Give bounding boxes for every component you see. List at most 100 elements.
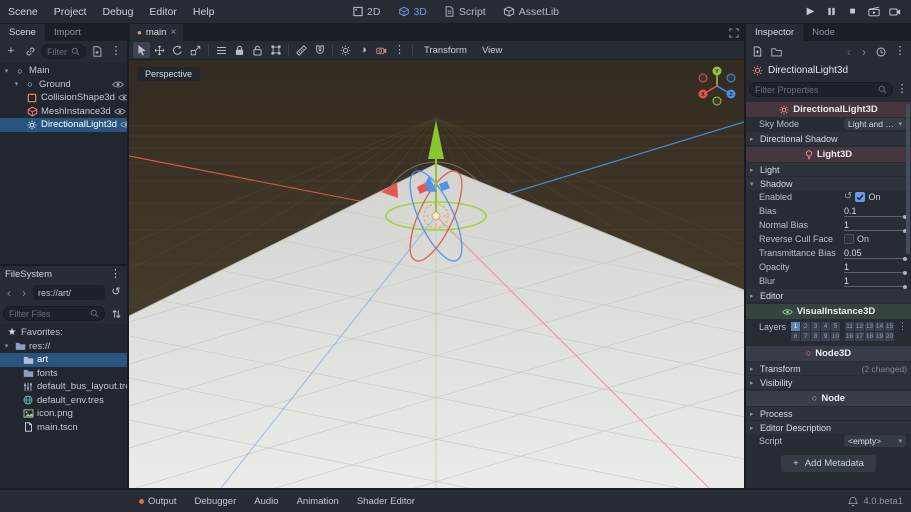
- lock-button[interactable]: [231, 42, 248, 58]
- scene-tab-main[interactable]: ● main ×: [130, 24, 183, 41]
- filter-files-search[interactable]: [3, 306, 105, 321]
- collapse-arrow-icon[interactable]: ▾: [2, 342, 11, 350]
- axis-neg-z-ball[interactable]: [727, 74, 735, 82]
- group-editor[interactable]: ▸Editor: [746, 289, 911, 302]
- sort-files-icon[interactable]: [108, 306, 124, 322]
- sky-mode-dropdown[interactable]: Light and Sky▾: [844, 118, 906, 130]
- group-transform[interactable]: ▸Transform(2 changed): [746, 362, 911, 375]
- output-tab[interactable]: Output: [130, 496, 186, 507]
- transmittance-bias-slider[interactable]: 0.05: [844, 247, 906, 259]
- camera-preview-button[interactable]: [373, 42, 390, 58]
- layer-cell[interactable]: 9: [821, 332, 830, 341]
- workspace-2d-button[interactable]: 2D: [343, 0, 389, 23]
- add-metadata-button[interactable]: + Add Metadata: [781, 455, 876, 472]
- transform-menu[interactable]: Transform: [417, 45, 474, 56]
- dock-options-icon[interactable]: ⋮: [109, 266, 122, 282]
- audio-tab[interactable]: Audio: [245, 496, 287, 507]
- movie-maker-button[interactable]: [886, 3, 903, 20]
- inspector-scrollbar[interactable]: [906, 104, 910, 254]
- filter-node-input[interactable]: [47, 47, 68, 57]
- layer-cell[interactable]: 14: [875, 322, 884, 331]
- file-item-icon-png[interactable]: icon.png: [0, 407, 127, 421]
- layer-cell[interactable]: 6: [791, 332, 800, 341]
- stop-button[interactable]: ■: [844, 3, 861, 20]
- layer-cell[interactable]: 1: [791, 322, 800, 331]
- opacity-slider[interactable]: 1: [844, 261, 906, 273]
- normal-bias-slider[interactable]: 1: [844, 219, 906, 231]
- version-info[interactable]: 4.0.beta1: [848, 496, 911, 507]
- view-menu[interactable]: View: [475, 45, 509, 56]
- file-item-bus-layout[interactable]: default_bus_layout.tres: [0, 380, 127, 394]
- folder-item-art[interactable]: art: [0, 353, 127, 367]
- visibility-eye-icon[interactable]: [112, 80, 124, 89]
- view-options-button[interactable]: ⋮: [391, 42, 408, 58]
- visibility-eye-icon[interactable]: [118, 93, 127, 102]
- menu-help[interactable]: Help: [185, 0, 223, 23]
- category-node[interactable]: ○ Node: [746, 391, 911, 406]
- history-back-button[interactable]: ‹: [843, 44, 855, 60]
- layer-cell[interactable]: 11: [845, 322, 854, 331]
- layer-cell[interactable]: 15: [885, 322, 894, 331]
- collapse-arrow-icon[interactable]: ▾: [2, 67, 11, 75]
- snap-button[interactable]: [311, 42, 328, 58]
- category-visual-instance3d[interactable]: VisualInstance3D: [746, 304, 911, 319]
- file-item-main-tscn[interactable]: main.tscn: [0, 421, 127, 435]
- favorites-item[interactable]: ★ Favorites:: [0, 326, 127, 340]
- tab-scene[interactable]: Scene: [0, 24, 45, 41]
- axis-neg-y-ball[interactable]: [713, 97, 721, 105]
- filter-properties-search[interactable]: [749, 82, 893, 97]
- group-shadow[interactable]: ▾Shadow: [746, 177, 911, 190]
- visibility-eye-icon[interactable]: [114, 107, 126, 116]
- distraction-free-icon[interactable]: [729, 28, 739, 38]
- layer-cell[interactable]: 18: [865, 332, 874, 341]
- history-list-button[interactable]: [873, 44, 889, 60]
- workspace-3d-button[interactable]: 3D: [389, 0, 435, 23]
- layers-options-icon[interactable]: ⋮: [898, 322, 907, 331]
- new-resource-button[interactable]: [749, 44, 765, 60]
- tree-node-main[interactable]: ▾ ○ Main: [0, 64, 127, 78]
- layer-cell[interactable]: 20: [885, 332, 894, 341]
- tab-node[interactable]: Node: [803, 24, 844, 41]
- scene-dock-options-button[interactable]: ⋮: [108, 44, 124, 60]
- preview-environment-button[interactable]: ◑: [355, 42, 372, 58]
- layer-cell[interactable]: 5: [831, 322, 840, 331]
- preview-sun-button[interactable]: [337, 42, 354, 58]
- layer-cell[interactable]: 13: [865, 322, 874, 331]
- scale-tool-button[interactable]: [187, 42, 204, 58]
- category-light3d[interactable]: Light3D: [746, 147, 911, 162]
- layer-cell[interactable]: 8: [811, 332, 820, 341]
- folder-item-fonts[interactable]: fonts: [0, 367, 127, 381]
- layer-cell[interactable]: 17: [855, 332, 864, 341]
- tree-node-ground[interactable]: ▾ ○ Ground: [0, 78, 127, 92]
- reverse-cull-checkbox[interactable]: [844, 234, 854, 244]
- close-tab-icon[interactable]: ×: [170, 27, 176, 38]
- layers-grid[interactable]: 1 2 3 4 5 11 12 13 14 15: [791, 322, 894, 341]
- attach-script-button[interactable]: [89, 44, 105, 60]
- inspector-extra-options-icon[interactable]: ⋮: [896, 82, 908, 98]
- layer-cell[interactable]: 10: [831, 332, 840, 341]
- rotate-tool-button[interactable]: [169, 42, 186, 58]
- pause-button[interactable]: [823, 3, 840, 20]
- tab-import[interactable]: Import: [45, 24, 90, 41]
- tree-node-collisionshape3d[interactable]: CollisionShape3d: [0, 91, 127, 105]
- ruler-button[interactable]: [293, 42, 310, 58]
- layer-cell[interactable]: 4: [821, 322, 830, 331]
- workspace-assetlib-button[interactable]: AssetLib: [495, 0, 568, 23]
- layer-cell[interactable]: 16: [845, 332, 854, 341]
- filter-node-search[interactable]: [41, 44, 86, 59]
- move-tool-button[interactable]: [151, 42, 168, 58]
- nav-forward-button[interactable]: ›: [18, 285, 30, 301]
- visibility-eye-icon[interactable]: [120, 120, 127, 129]
- enabled-checkbox[interactable]: [855, 192, 865, 202]
- instance-scene-button[interactable]: [22, 44, 38, 60]
- debugger-tab[interactable]: Debugger: [186, 496, 246, 507]
- notification-bell-icon[interactable]: [848, 496, 858, 507]
- axis-neg-x-ball[interactable]: [699, 74, 707, 82]
- shader-editor-tab[interactable]: Shader Editor: [348, 496, 424, 507]
- layer-cell[interactable]: 12: [855, 322, 864, 331]
- animation-tab[interactable]: Animation: [288, 496, 348, 507]
- menu-editor[interactable]: Editor: [141, 0, 184, 23]
- play-button[interactable]: ▶: [802, 3, 819, 20]
- layer-cell[interactable]: 2: [801, 322, 810, 331]
- filter-properties-input[interactable]: [755, 85, 875, 95]
